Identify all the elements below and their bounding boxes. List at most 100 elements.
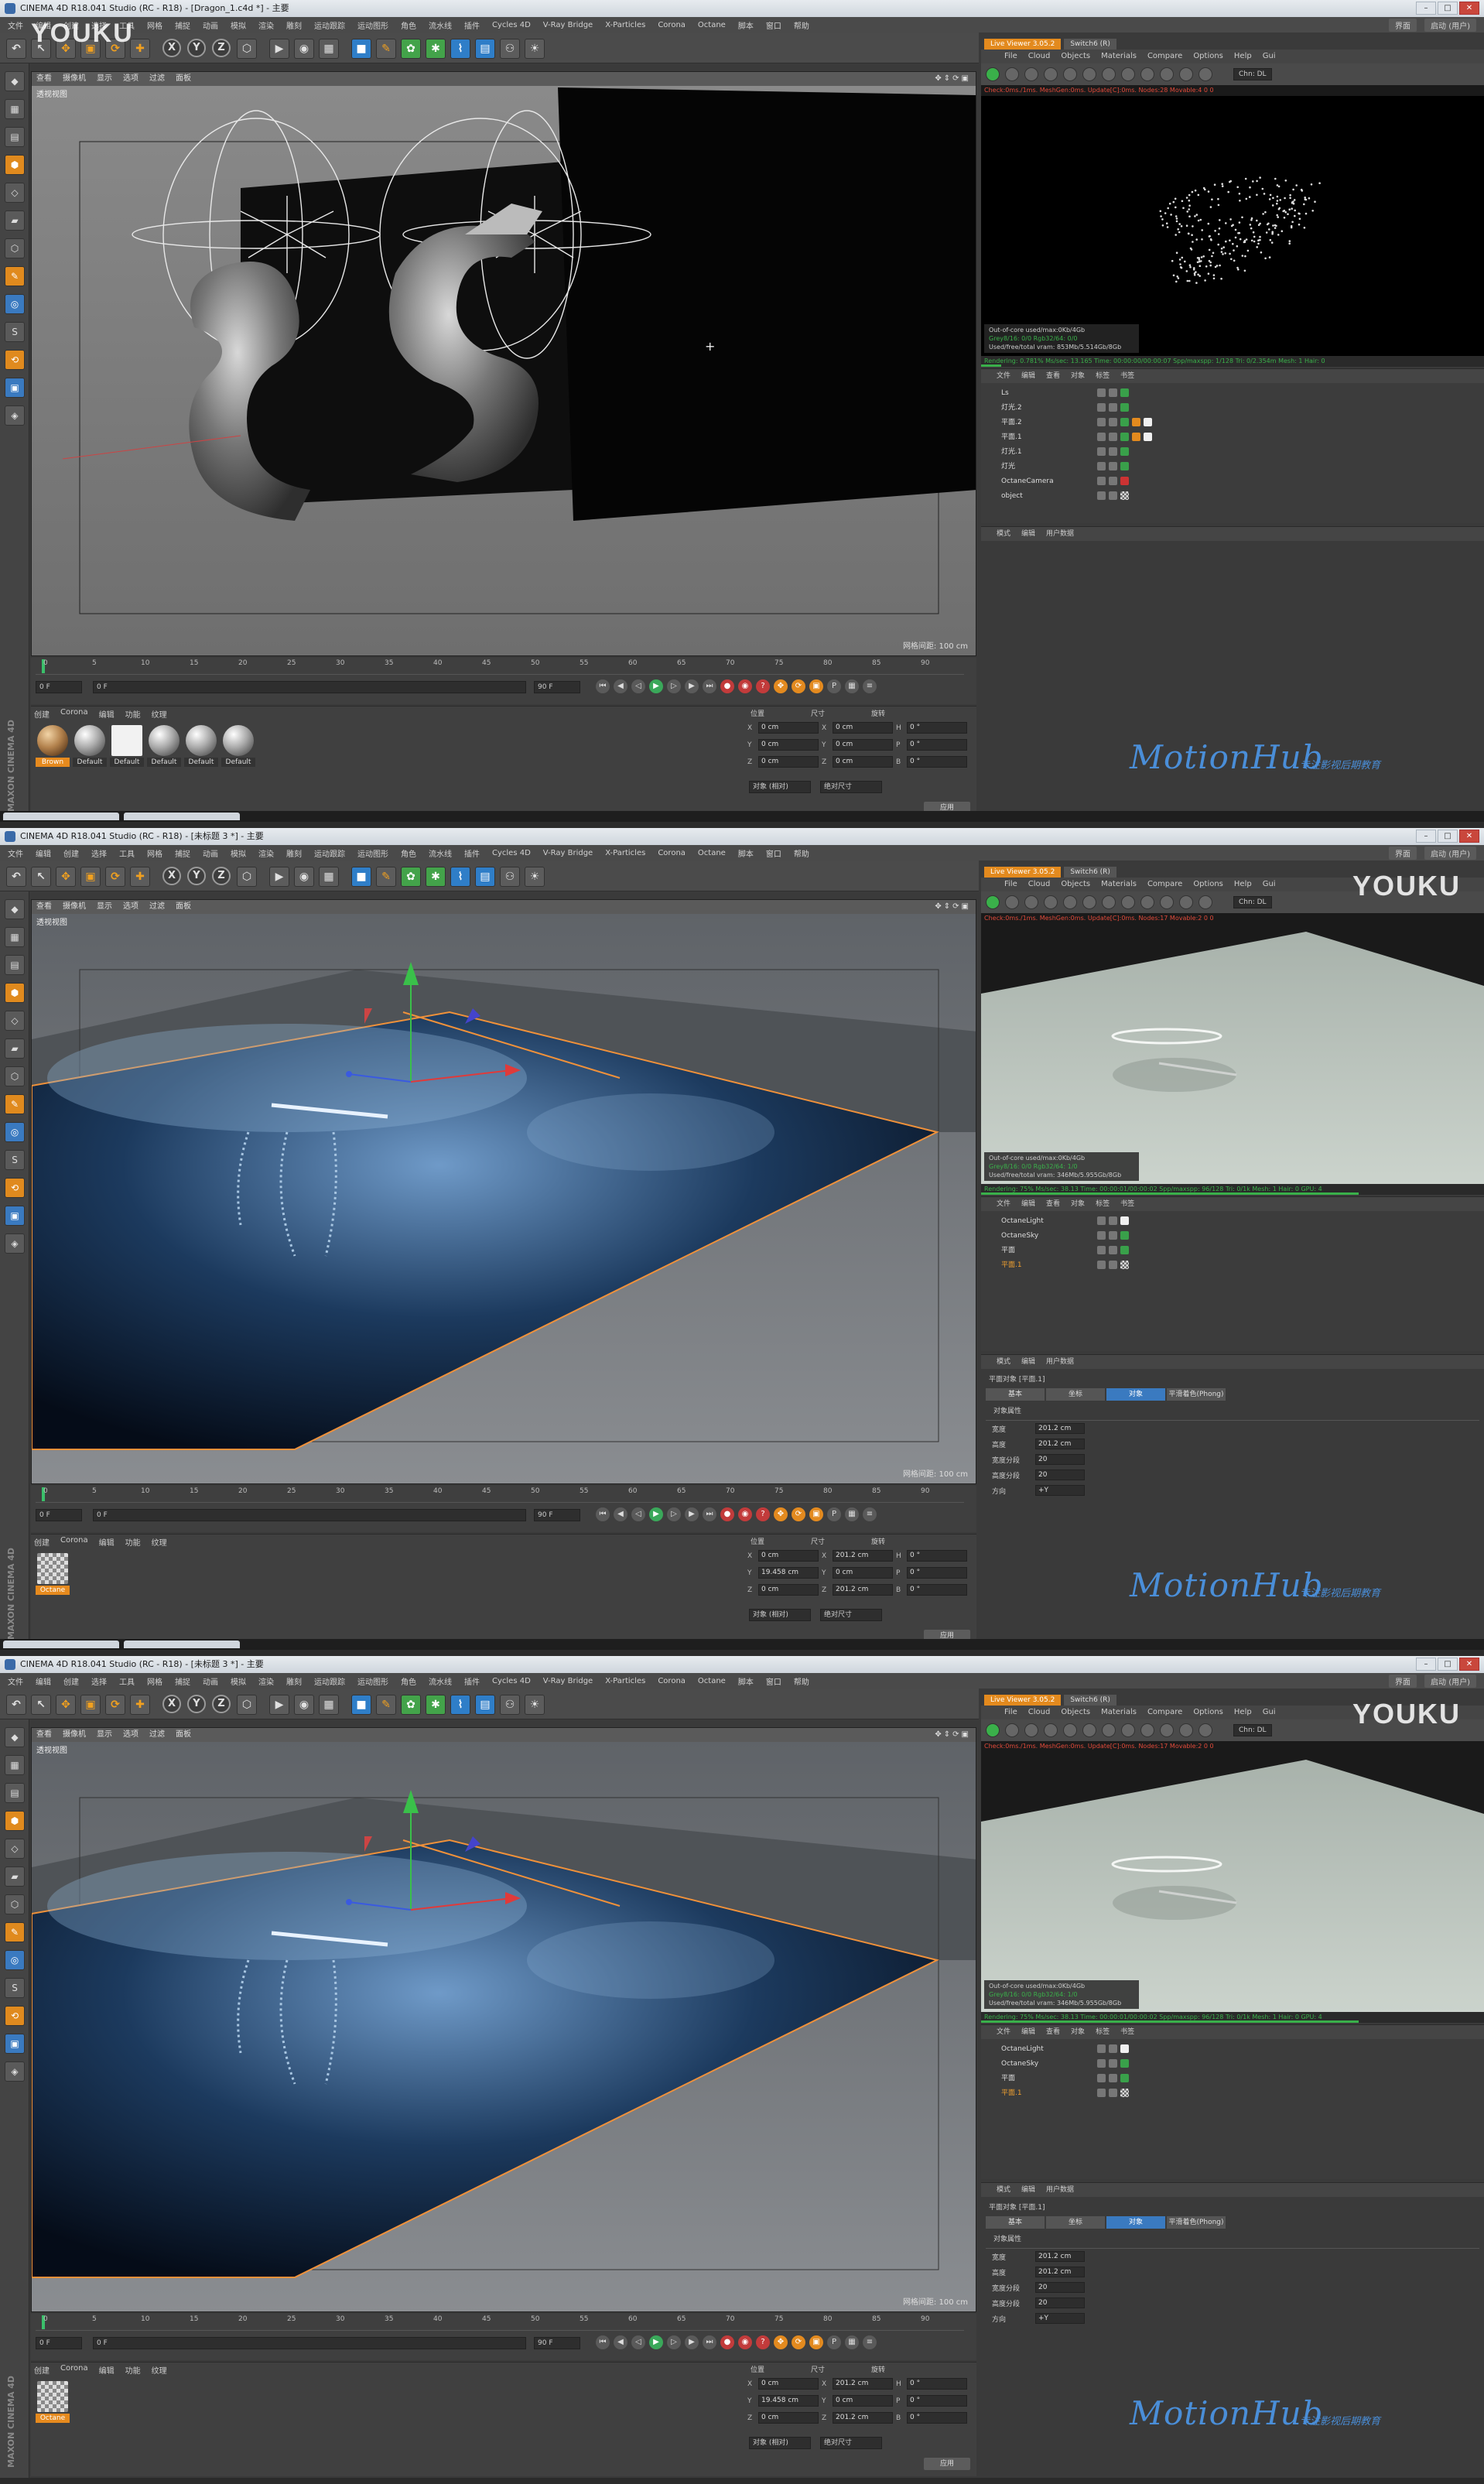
live-menu-item[interactable]: Compare — [1147, 50, 1182, 63]
select-icon[interactable]: ↖ — [31, 867, 51, 887]
render-start-icon[interactable] — [986, 67, 1000, 81]
grid-icon[interactable]: ◈ — [5, 405, 25, 426]
tweak-mode-icon[interactable]: ✎ — [5, 266, 25, 286]
viewport-menu-item[interactable]: 过滤 — [149, 72, 165, 86]
material-menu-item[interactable]: 编辑 — [99, 1536, 115, 1548]
soft-selection-icon[interactable]: S — [5, 1978, 25, 1998]
last-frame-icon[interactable]: ⏭ — [703, 2335, 716, 2349]
perspective-viewport[interactable]: 查看 摄像机 显示 选项 过滤 面板 ✥⇕⟳▣ 透视视图 网格间距: 100 cm — [31, 899, 976, 1484]
material-menu-item[interactable]: 编辑 — [99, 708, 115, 720]
auto-key-icon[interactable]: ◉ — [738, 1507, 752, 1521]
menu-item[interactable]: 模拟 — [231, 847, 246, 859]
render-start-icon[interactable] — [986, 1723, 1000, 1737]
visibility-icon[interactable] — [1097, 491, 1106, 500]
live-menu-item[interactable]: Objects — [1061, 50, 1090, 63]
object-menu-item[interactable]: 书签 — [1120, 1197, 1134, 1211]
next-frame-icon[interactable]: ▷ — [667, 2335, 681, 2349]
visibility-icon[interactable] — [1097, 477, 1106, 485]
live-tool-6-icon[interactable] — [1102, 67, 1116, 81]
tag-icon[interactable] — [1120, 403, 1129, 412]
start-frame-field[interactable]: 0 F — [93, 1509, 526, 1521]
undo-icon[interactable]: ↶ — [6, 867, 26, 887]
live-menu-item[interactable]: Cloud — [1028, 878, 1051, 891]
live-viewer-tab[interactable]: Live Viewer 3.05.2 — [984, 1695, 1062, 1706]
material-swatch[interactable]: Default — [73, 725, 107, 767]
live-tool-2-icon[interactable] — [1024, 895, 1038, 909]
viewport-menu-item[interactable]: 摄像机 — [63, 1728, 86, 1742]
tag-icon[interactable] — [1120, 1261, 1129, 1269]
object-menu-item[interactable]: 书签 — [1120, 369, 1134, 383]
grid-icon[interactable]: ◈ — [5, 2061, 25, 2082]
key-position-icon[interactable]: ✥ — [774, 2335, 788, 2349]
polygons-mode-icon[interactable]: ▰ — [5, 210, 25, 231]
enable-check-icon[interactable] — [1109, 2059, 1117, 2068]
viewport-menu-item[interactable]: 查看 — [36, 1728, 52, 1742]
menu-item[interactable]: 选择 — [91, 847, 107, 859]
material-swatch[interactable]: Default — [110, 725, 144, 767]
live-menu-item[interactable]: Gui — [1263, 50, 1276, 63]
object-row[interactable]: OctaneLight — [989, 1214, 1469, 1228]
live-tool-5-icon[interactable] — [1082, 67, 1096, 81]
timeline-settings-icon[interactable]: ≡ — [863, 1507, 877, 1521]
keyframe-selection-icon[interactable]: ? — [756, 2335, 770, 2349]
object-menu-item[interactable]: 文件 — [997, 2025, 1010, 2039]
enable-check-icon[interactable] — [1109, 477, 1117, 485]
attribute-menu-item[interactable]: 用户数据 — [1046, 1355, 1074, 1369]
visibility-icon[interactable] — [1097, 1246, 1106, 1254]
render-picture-icon[interactable]: ◉ — [294, 1695, 314, 1715]
layout-option[interactable]: 界面 — [1389, 1674, 1417, 1688]
visibility-icon[interactable] — [1097, 388, 1106, 397]
model-mode-icon[interactable]: ◆ — [5, 71, 25, 91]
coordinate-field[interactable]: 201.2 cm — [833, 2412, 893, 2424]
menu-item[interactable]: 捕捉 — [175, 1675, 190, 1687]
viewport-menu-item[interactable]: 选项 — [123, 72, 138, 86]
menu-item[interactable]: 雕刻 — [286, 847, 302, 859]
object-row[interactable]: 平面 — [989, 2072, 1469, 2085]
tag-icon[interactable] — [1120, 388, 1129, 397]
next-key-icon[interactable]: ▶ — [685, 1507, 699, 1521]
menu-item[interactable]: 脚本 — [738, 1675, 754, 1687]
rotate-icon[interactable]: ⟳ — [105, 867, 125, 887]
live-tool-11-icon[interactable] — [1198, 67, 1212, 81]
menu-item[interactable]: 角色 — [401, 847, 416, 859]
array-icon[interactable]: ✱ — [426, 867, 446, 887]
live-menu-item[interactable]: Options — [1193, 878, 1223, 891]
live-viewer-tab[interactable]: Switch6 (R) — [1064, 867, 1116, 878]
floor-icon[interactable]: ▤ — [475, 1695, 495, 1715]
next-key-icon[interactable]: ▶ — [685, 679, 699, 693]
live-tool-3-icon[interactable] — [1044, 67, 1058, 81]
live-menu-item[interactable]: Materials — [1101, 50, 1137, 63]
attribute-tab[interactable]: 坐标 — [1046, 1388, 1105, 1401]
menu-item[interactable]: Cycles 4D — [492, 849, 531, 857]
live-tool-4-icon[interactable] — [1063, 67, 1077, 81]
tag-icon[interactable] — [1144, 433, 1152, 441]
object-row[interactable]: 平面.1 — [989, 430, 1469, 444]
enable-check-icon[interactable] — [1109, 447, 1117, 456]
document-tab[interactable] — [124, 813, 240, 820]
live-viewer-render[interactable]: Out-of-core used/max:0Kb/4Gb Grey8/16: 0/… — [981, 1752, 1484, 2012]
object-row[interactable]: OctaneCamera — [989, 474, 1469, 488]
channel-select[interactable]: Chn: DL — [1233, 68, 1272, 80]
points-mode-icon[interactable]: ⬢ — [5, 155, 25, 175]
menu-item[interactable]: 编辑 — [36, 1675, 51, 1687]
next-frame-icon[interactable]: ▷ — [667, 679, 681, 693]
points-mode-icon[interactable]: ⬢ — [5, 1811, 25, 1831]
menu-item[interactable]: Octane — [698, 849, 726, 857]
timeline-ruler[interactable]: 0 5 10 15 20 25 30 35 40 45 50 55 60 65 70 75 80 85 90 — [36, 1486, 964, 1503]
material-menu-item[interactable]: 创建 — [34, 2364, 50, 2376]
coordinate-field[interactable]: 0 cm — [758, 739, 819, 751]
texture-mode-icon[interactable]: ▦ — [5, 927, 25, 947]
key-rotation-icon[interactable]: ⟳ — [792, 1507, 805, 1521]
live-tool-9-icon[interactable] — [1160, 1723, 1174, 1737]
close-icon[interactable]: ✕ — [1459, 2, 1479, 15]
menu-item[interactable]: X-Particles — [605, 1677, 645, 1685]
array-icon[interactable]: ✱ — [426, 39, 446, 59]
tag-icon[interactable] — [1120, 433, 1129, 441]
live-tool-10-icon[interactable] — [1179, 67, 1193, 81]
menu-item[interactable]: V-Ray Bridge — [543, 1677, 593, 1685]
object-axis-icon[interactable]: ⬡ — [5, 1894, 25, 1914]
texture-mode-icon[interactable]: ▦ — [5, 1755, 25, 1775]
visibility-icon[interactable] — [1097, 1261, 1106, 1269]
minimize-icon[interactable]: – — [1416, 830, 1436, 843]
enable-check-icon[interactable] — [1109, 491, 1117, 500]
